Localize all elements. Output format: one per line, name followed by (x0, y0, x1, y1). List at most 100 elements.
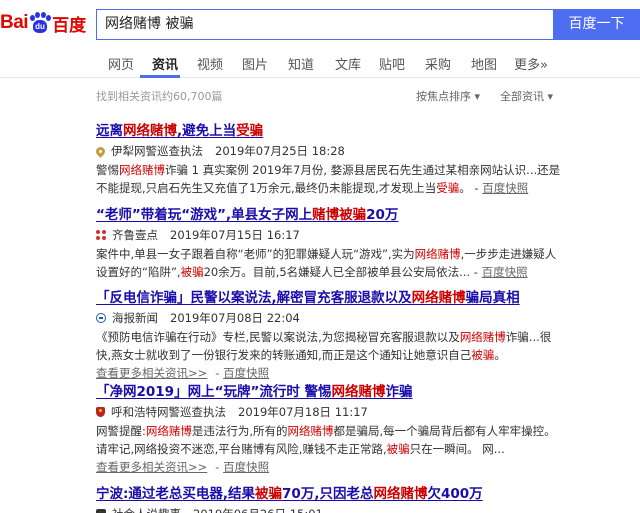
highlight-text: 网络赌博 (119, 163, 165, 177)
highlight-text: 网络赌博 (411, 290, 466, 306)
highlight-text: 被骗 (386, 442, 410, 456)
text-segment: 远离 (96, 123, 123, 139)
sort-label: 按焦点排序 (416, 90, 471, 103)
tab-4[interactable]: 知道 (288, 54, 314, 73)
person-icon (96, 509, 106, 513)
text-segment: 网警提醒: (96, 424, 146, 438)
result-item: 远离网络赌博,避免上当受骗 伊犁网警巡查执法 2019年07月25日 18:28 警惕… (94, 122, 636, 197)
result-item: “老师”带着玩“游戏”,单县女子网上赌博被骗20万齐鲁壹点 2019年07月15日… (96, 206, 636, 281)
text-segment: 诈骗 (385, 384, 413, 400)
result-snippet: 案件中,单县一女子跟着自称“老师”的犯罪嫌疑人玩“游戏”,实为网络赌博,一步步走… (96, 247, 557, 279)
result-title-link[interactable]: 宁波:通过老总买电器,结果被骗70万,只因老总网络赌博欠400万 (96, 485, 636, 503)
text-segment: 70万,只因老总 (282, 486, 374, 502)
result-snippet: 《预防电信诈骗在行动》专栏,民警以案说法,为您揭秘冒充客服退款以及网络赌博诈骗.… (96, 328, 566, 364)
highlight-text: 网络赌博 (123, 123, 177, 139)
text-segment: 宁波:通过老总买电器,结果 (96, 486, 256, 502)
results-count: 找到相关资讯约60,700篇 (96, 90, 223, 103)
tab-5[interactable]: 文库 (335, 54, 361, 73)
sort-select[interactable]: 按焦点排序 ▾ (416, 88, 480, 104)
result-meta: 呼和浩特网警巡查执法 2019年07月18日 11:17 (96, 404, 636, 420)
more-news-link[interactable]: 查看更多相关资讯>> (96, 366, 207, 380)
snapshot-link[interactable]: 百度快照 (223, 366, 269, 380)
active-tab-underline (140, 75, 180, 78)
highlight-text: 网络赌博 (331, 384, 386, 400)
qilu-icon (96, 230, 106, 240)
tab-9[interactable]: 更多» (514, 54, 548, 73)
source-name: 齐鲁壹点 (112, 228, 158, 242)
text-segment: 20万 (366, 207, 399, 223)
tab-6[interactable]: 贴吧 (379, 54, 405, 73)
result-snippet: 警惕网络赌博诈骗 1 真实案例 2019年7月份, 婺源县居民石先生通过某相亲网… (96, 163, 561, 195)
tab-1[interactable]: 资讯 (152, 54, 178, 73)
snapshot-link[interactable]: 百度快照 (223, 460, 269, 474)
result-title-link[interactable]: 远离网络赌博,避免上当受骗 (96, 122, 636, 140)
header: Bai du 百度 网络赌博 被骗 百度一下 (0, 0, 640, 45)
search-input[interactable]: 网络赌博 被骗 (96, 9, 553, 40)
source-name: 呼和浩特网警巡查执法 (111, 405, 226, 419)
more-line: 查看更多相关资讯>> - 百度快照 (96, 460, 270, 474)
publish-date: 2019年07月15日 16:17 (170, 228, 300, 242)
source-name: 社会人说趣事 (112, 506, 181, 513)
paw-icon: du (29, 12, 52, 34)
police-shield-icon (96, 407, 105, 417)
source-name: 伊犁网警巡查执法 (111, 144, 203, 158)
publish-date: 2019年07月08日 22:04 (170, 311, 300, 325)
result-meta: 社会人说趣事 2019年06月26日 15:01 (96, 506, 636, 513)
highlight-text: 网络赌博 (373, 486, 428, 502)
text-segment: 。 (459, 181, 471, 195)
text-segment: 骗局真相 (465, 290, 520, 306)
tab-3[interactable]: 图片 (242, 54, 268, 73)
text-segment: 20余万。目前,5名嫌疑人已全部被单县公安局依法... (203, 265, 471, 279)
highlight-text: 网络赌博 (459, 330, 506, 344)
chevron-down-icon: ▾ (474, 90, 481, 103)
publish-date: 2019年07月25日 18:28 (215, 144, 345, 158)
highlight-text: 网络赌博 (287, 424, 334, 438)
text-segment: 《预防电信诈骗在行动》专栏,民警以案说法,为您揭秘冒充客服退款以及 (96, 330, 460, 344)
more-news-link[interactable]: 查看更多相关资讯>> (96, 460, 207, 474)
tab-2[interactable]: 视频 (197, 54, 223, 73)
highlight-text: 网络赌博 (414, 247, 461, 261)
search-button[interactable]: 百度一下 (553, 9, 640, 40)
highlight-text: 被骗 (255, 486, 283, 502)
baidu-logo[interactable]: Bai du 百度 (0, 8, 95, 38)
highlight-text: 被骗 (471, 348, 495, 362)
result-item: 宁波:通过老总买电器,结果被骗70万,只因老总网络赌博欠400万社会人说趣事 20… (96, 485, 636, 513)
result-title-link[interactable]: 「反电信诈骗」民警以案说法,解密冒充客服退款以及网络赌博骗局真相 (96, 289, 636, 307)
text-segment: 「净网2019」网上“玩牌”流行时 警惕 (96, 384, 332, 400)
tab-8[interactable]: 地图 (471, 54, 497, 73)
text-segment: 「反电信诈骗」民警以案说法,解密冒充客服退款以及 (96, 290, 412, 306)
tab-0[interactable]: 网页 (108, 54, 134, 73)
text-segment: 。 (494, 348, 506, 362)
text-segment: 是违法行为,所有的 (191, 424, 288, 438)
text-segment: 欠400万 (427, 486, 483, 502)
text-segment: ,避免上当 (177, 123, 237, 139)
more-line: 查看更多相关资讯>> - 百度快照 (96, 366, 270, 380)
logo-text: Bai (0, 12, 29, 33)
source-name: 海报新闻 (112, 311, 158, 325)
highlight-text: 受骗 (236, 123, 264, 139)
text-segment: “老师”带着玩“游戏”,单县女子网上 (96, 207, 313, 223)
result-meta: 齐鲁壹点 2019年07月15日 16:17 (96, 227, 636, 243)
highlight-text: 网络赌博 (145, 424, 192, 438)
result-title-link[interactable]: “老师”带着玩“游戏”,单县女子网上赌博被骗20万 (96, 206, 636, 224)
highlight-text: 被骗 (180, 265, 204, 279)
result-meta: 海报新闻 2019年07月08日 22:04 (96, 310, 636, 326)
text-segment: 警惕 (96, 163, 119, 177)
logo-paw-text: du (35, 22, 45, 31)
snapshot-link[interactable]: 百度快照 (482, 265, 528, 279)
publish-date: 2019年06月26日 15:01 (193, 506, 323, 513)
publish-date: 2019年07月18日 11:17 (238, 405, 368, 419)
text-segment: 案件中,单县一女子跟着自称“老师”的犯罪嫌疑人玩“游戏”,实为 (96, 247, 415, 261)
result-item: 「净网2019」网上“玩牌”流行时 警惕网络赌博诈骗 呼和浩特网警巡查执法 2019… (96, 383, 636, 476)
text-segment: 只在一瞬间。 网... (409, 442, 505, 456)
scope-label: 全部资讯 (500, 90, 544, 103)
highlight-text: 受骗 (436, 181, 460, 195)
highlight-text: 赌博被骗 (312, 207, 367, 223)
haibao-icon (96, 313, 106, 323)
snapshot-link[interactable]: 百度快照 (482, 181, 528, 195)
tab-7[interactable]: 采购 (425, 54, 451, 73)
result-snippet: 网警提醒:网络赌博是违法行为,所有的网络赌博都是骗局,每一个骗局背后都有人牢牢操… (96, 422, 566, 458)
scope-select[interactable]: 全部资讯 ▾ (500, 88, 553, 104)
result-title-link[interactable]: 「净网2019」网上“玩牌”流行时 警惕网络赌博诈骗 (96, 383, 636, 401)
police-badge-icon (94, 144, 107, 158)
